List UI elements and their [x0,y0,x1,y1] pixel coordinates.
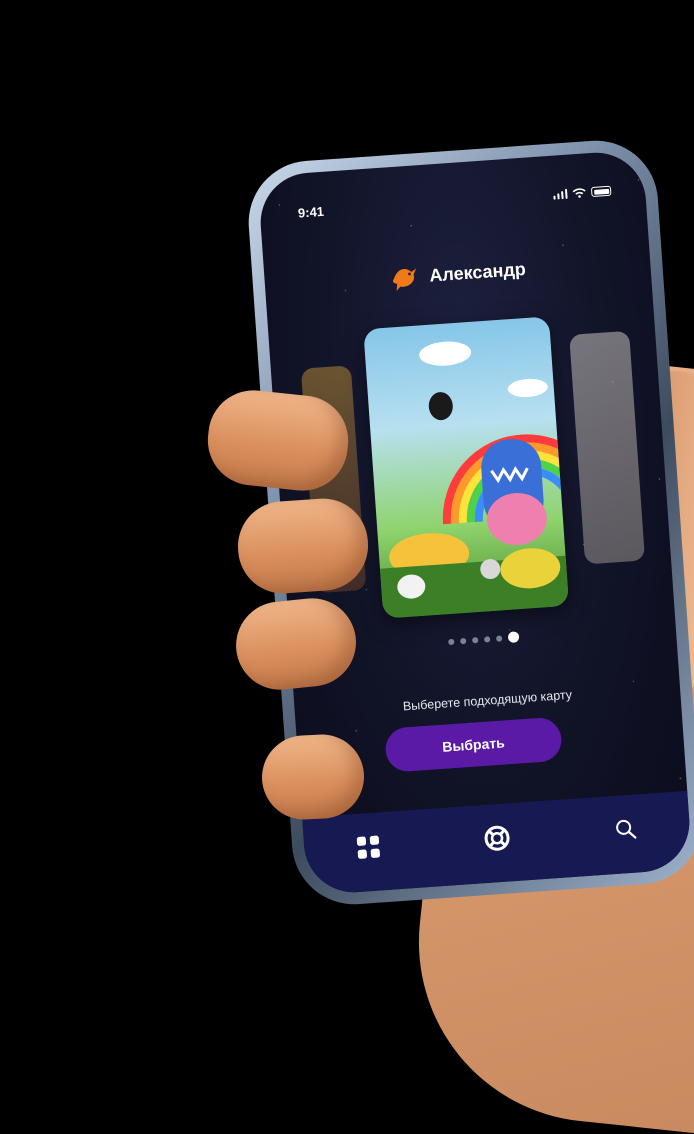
carousel-dot[interactable] [471,636,478,644]
status-time: 9:41 [297,203,325,221]
lifebuoy-icon [484,825,510,851]
grid-icon [357,835,381,859]
user-name: Александр [428,258,527,286]
carousel-dot[interactable] [459,637,466,644]
signal-icon [552,188,568,200]
carousel-dot[interactable] [447,638,454,645]
tab-support[interactable] [476,817,519,860]
carousel-dot[interactable] [483,635,490,643]
tab-search[interactable] [604,808,647,851]
tab-catalog[interactable] [347,826,390,869]
carousel-dot[interactable] [495,634,502,642]
search-icon [615,819,637,839]
carousel-dot-active[interactable] [507,631,519,643]
card-illustration [379,341,570,619]
status-icons [552,185,612,200]
bird-logo-icon [392,268,416,291]
wifi-icon [572,188,586,198]
card-selected[interactable] [363,316,570,619]
battery-icon [590,185,612,198]
card-preview-right[interactable] [569,330,646,565]
